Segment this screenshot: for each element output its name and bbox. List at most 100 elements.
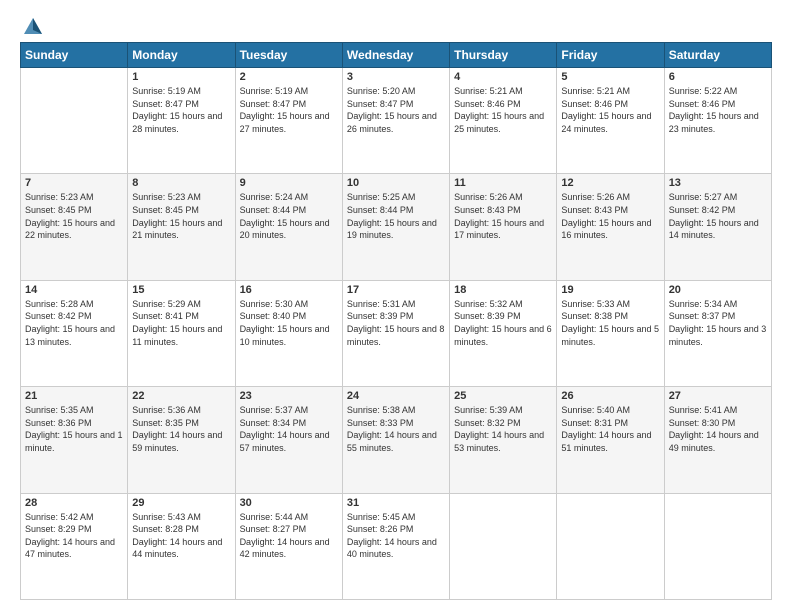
day-number: 17: [347, 284, 445, 296]
cell-text: Sunrise: 5:24 AMSunset: 8:44 PMDaylight:…: [240, 192, 330, 240]
calendar-day-cell: [450, 493, 557, 599]
cell-text: Sunrise: 5:26 AMSunset: 8:43 PMDaylight:…: [454, 192, 544, 240]
day-number: 19: [561, 284, 659, 296]
day-number: 20: [669, 284, 767, 296]
day-number: 21: [25, 390, 123, 402]
day-number: 4: [454, 71, 552, 83]
day-number: 13: [669, 177, 767, 189]
cell-text: Sunrise: 5:19 AMSunset: 8:47 PMDaylight:…: [132, 86, 222, 134]
calendar-day-cell: 22 Sunrise: 5:36 AMSunset: 8:35 PMDayligh…: [128, 387, 235, 493]
calendar-day-cell: 7 Sunrise: 5:23 AMSunset: 8:45 PMDaylight…: [21, 174, 128, 280]
day-number: 30: [240, 497, 338, 509]
cell-text: Sunrise: 5:33 AMSunset: 8:38 PMDaylight:…: [561, 299, 659, 347]
calendar-day-cell: 25 Sunrise: 5:39 AMSunset: 8:32 PMDayligh…: [450, 387, 557, 493]
cell-text: Sunrise: 5:38 AMSunset: 8:33 PMDaylight:…: [347, 405, 437, 453]
day-number: 5: [561, 71, 659, 83]
calendar-body: 1Sunrise: 5:19 AMSunset: 8:47 PMDaylight…: [21, 68, 772, 600]
calendar-week-row: 7 Sunrise: 5:23 AMSunset: 8:45 PMDaylight…: [21, 174, 772, 280]
day-number: 27: [669, 390, 767, 402]
calendar-day-cell: 23 Sunrise: 5:37 AMSunset: 8:34 PMDayligh…: [235, 387, 342, 493]
cell-text: Sunrise: 5:25 AMSunset: 8:44 PMDaylight:…: [347, 192, 437, 240]
calendar-day-cell: 27Sunrise: 5:41 AMSunset: 8:30 PMDayligh…: [664, 387, 771, 493]
calendar-week-row: 14 Sunrise: 5:28 AMSunset: 8:42 PMDayligh…: [21, 280, 772, 386]
cell-text: Sunrise: 5:28 AMSunset: 8:42 PMDaylight:…: [25, 299, 115, 347]
calendar-header-cell: Thursday: [450, 43, 557, 68]
calendar-day-cell: 30 Sunrise: 5:44 AMSunset: 8:27 PMDayligh…: [235, 493, 342, 599]
calendar-header-cell: Tuesday: [235, 43, 342, 68]
calendar-header-cell: Sunday: [21, 43, 128, 68]
day-number: 14: [25, 284, 123, 296]
cell-text: Sunrise: 5:36 AMSunset: 8:35 PMDaylight:…: [132, 405, 222, 453]
calendar-header-cell: Saturday: [664, 43, 771, 68]
day-number: 18: [454, 284, 552, 296]
calendar-day-cell: 9 Sunrise: 5:24 AMSunset: 8:44 PMDaylight…: [235, 174, 342, 280]
calendar-day-cell: 5 Sunrise: 5:21 AMSunset: 8:46 PMDaylight…: [557, 68, 664, 174]
cell-text: Sunrise: 5:29 AMSunset: 8:41 PMDaylight:…: [132, 299, 222, 347]
day-number: 8: [132, 177, 230, 189]
calendar-day-cell: 3 Sunrise: 5:20 AMSunset: 8:47 PMDaylight…: [342, 68, 449, 174]
calendar-day-cell: 15 Sunrise: 5:29 AMSunset: 8:41 PMDayligh…: [128, 280, 235, 386]
calendar-day-cell: 21 Sunrise: 5:35 AMSunset: 8:36 PMDayligh…: [21, 387, 128, 493]
day-number: 7: [25, 177, 123, 189]
calendar-day-cell: 2 Sunrise: 5:19 AMSunset: 8:47 PMDaylight…: [235, 68, 342, 174]
calendar-week-row: 28Sunrise: 5:42 AMSunset: 8:29 PMDayligh…: [21, 493, 772, 599]
day-number: 26: [561, 390, 659, 402]
day-number: 23: [240, 390, 338, 402]
cell-text: Sunrise: 5:26 AMSunset: 8:43 PMDaylight:…: [561, 192, 651, 240]
header: [20, 16, 772, 34]
calendar-day-cell: 12 Sunrise: 5:26 AMSunset: 8:43 PMDayligh…: [557, 174, 664, 280]
cell-text: Sunrise: 5:34 AMSunset: 8:37 PMDaylight:…: [669, 299, 767, 347]
day-number: 31: [347, 497, 445, 509]
calendar-day-cell: 11 Sunrise: 5:26 AMSunset: 8:43 PMDayligh…: [450, 174, 557, 280]
calendar-day-cell: [664, 493, 771, 599]
cell-text: Sunrise: 5:20 AMSunset: 8:47 PMDaylight:…: [347, 86, 437, 134]
calendar-day-cell: [557, 493, 664, 599]
cell-text: Sunrise: 5:39 AMSunset: 8:32 PMDaylight:…: [454, 405, 544, 453]
day-number: 22: [132, 390, 230, 402]
calendar-day-cell: 17 Sunrise: 5:31 AMSunset: 8:39 PMDayligh…: [342, 280, 449, 386]
day-number: 3: [347, 71, 445, 83]
calendar-day-cell: 20 Sunrise: 5:34 AMSunset: 8:37 PMDayligh…: [664, 280, 771, 386]
day-number: 25: [454, 390, 552, 402]
calendar-day-cell: 29Sunrise: 5:43 AMSunset: 8:28 PMDayligh…: [128, 493, 235, 599]
cell-text: Sunrise: 5:44 AMSunset: 8:27 PMDaylight:…: [240, 512, 330, 560]
cell-text: Sunrise: 5:21 AMSunset: 8:46 PMDaylight:…: [561, 86, 651, 134]
calendar-day-cell: 18Sunrise: 5:32 AMSunset: 8:39 PMDayligh…: [450, 280, 557, 386]
cell-text: Sunrise: 5:45 AMSunset: 8:26 PMDaylight:…: [347, 512, 437, 560]
day-number: 15: [132, 284, 230, 296]
calendar-week-row: 21 Sunrise: 5:35 AMSunset: 8:36 PMDayligh…: [21, 387, 772, 493]
logo-icon: [22, 16, 44, 38]
calendar-day-cell: 1Sunrise: 5:19 AMSunset: 8:47 PMDaylight…: [128, 68, 235, 174]
cell-text: Sunrise: 5:23 AMSunset: 8:45 PMDaylight:…: [132, 192, 222, 240]
calendar-day-cell: 8 Sunrise: 5:23 AMSunset: 8:45 PMDaylight…: [128, 174, 235, 280]
calendar-header-cell: Wednesday: [342, 43, 449, 68]
day-number: 11: [454, 177, 552, 189]
cell-text: Sunrise: 5:23 AMSunset: 8:45 PMDaylight:…: [25, 192, 115, 240]
calendar-day-cell: 14 Sunrise: 5:28 AMSunset: 8:42 PMDayligh…: [21, 280, 128, 386]
cell-text: Sunrise: 5:35 AMSunset: 8:36 PMDaylight:…: [25, 405, 123, 453]
calendar-day-cell: 28Sunrise: 5:42 AMSunset: 8:29 PMDayligh…: [21, 493, 128, 599]
calendar-day-cell: 16 Sunrise: 5:30 AMSunset: 8:40 PMDayligh…: [235, 280, 342, 386]
logo: [20, 16, 46, 34]
day-number: 9: [240, 177, 338, 189]
cell-text: Sunrise: 5:19 AMSunset: 8:47 PMDaylight:…: [240, 86, 330, 134]
calendar-day-cell: 4 Sunrise: 5:21 AMSunset: 8:46 PMDaylight…: [450, 68, 557, 174]
calendar-header-cell: Monday: [128, 43, 235, 68]
cell-text: Sunrise: 5:40 AMSunset: 8:31 PMDaylight:…: [561, 405, 651, 453]
cell-text: Sunrise: 5:31 AMSunset: 8:39 PMDaylight:…: [347, 299, 445, 347]
cell-text: Sunrise: 5:30 AMSunset: 8:40 PMDaylight:…: [240, 299, 330, 347]
calendar-day-cell: 6Sunrise: 5:22 AMSunset: 8:46 PMDaylight…: [664, 68, 771, 174]
calendar-day-cell: 26 Sunrise: 5:40 AMSunset: 8:31 PMDayligh…: [557, 387, 664, 493]
calendar-day-cell: 13Sunrise: 5:27 AMSunset: 8:42 PMDayligh…: [664, 174, 771, 280]
calendar-day-cell: 10Sunrise: 5:25 AMSunset: 8:44 PMDayligh…: [342, 174, 449, 280]
day-number: 12: [561, 177, 659, 189]
calendar-day-cell: 19 Sunrise: 5:33 AMSunset: 8:38 PMDayligh…: [557, 280, 664, 386]
calendar-day-cell: 31 Sunrise: 5:45 AMSunset: 8:26 PMDayligh…: [342, 493, 449, 599]
cell-text: Sunrise: 5:37 AMSunset: 8:34 PMDaylight:…: [240, 405, 330, 453]
day-number: 28: [25, 497, 123, 509]
cell-text: Sunrise: 5:21 AMSunset: 8:46 PMDaylight:…: [454, 86, 544, 134]
day-number: 16: [240, 284, 338, 296]
day-number: 2: [240, 71, 338, 83]
calendar-week-row: 1Sunrise: 5:19 AMSunset: 8:47 PMDaylight…: [21, 68, 772, 174]
day-number: 29: [132, 497, 230, 509]
